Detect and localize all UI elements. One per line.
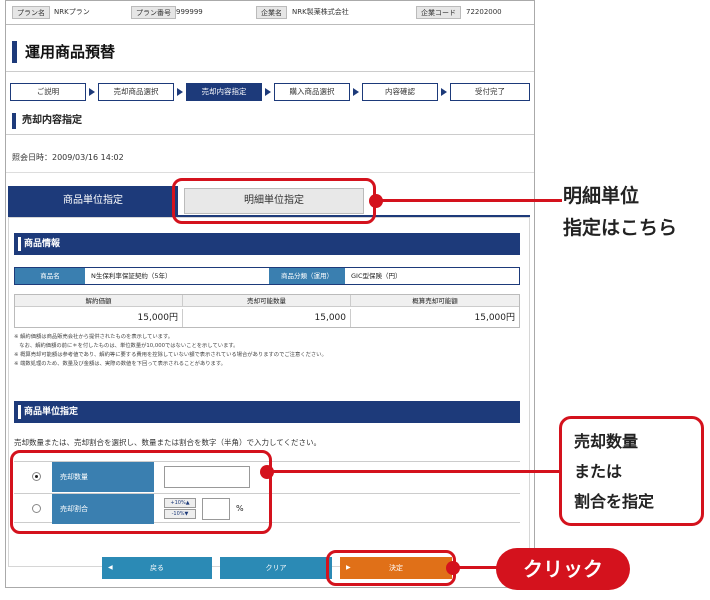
section-divider xyxy=(6,134,534,135)
product-info-header: 商品情報 xyxy=(14,233,520,255)
step-complete: 受付完了 xyxy=(450,83,530,101)
quantity-callout-line2: または xyxy=(574,462,623,481)
product-name-label: 商品名 xyxy=(15,268,85,284)
detail-callout-line1: 明細単位 xyxy=(563,185,640,207)
detail-callout-line2: 指定はこちら xyxy=(563,217,678,239)
quantity-callout-line3: 割合を指定 xyxy=(574,492,655,511)
product-values-table: 解約価額 売却可能数量 概算売却可能額 15,000円 15,000 15,00… xyxy=(14,294,520,328)
reference-divider xyxy=(6,172,534,173)
step-arrow-icon xyxy=(353,88,359,96)
note-line: ※ 解約価額は商品販売会社から提供されたものを表示しています。 xyxy=(14,334,174,340)
table-header: 売却可能数量 xyxy=(183,295,351,307)
company-code-value: 72202000 xyxy=(466,8,502,16)
table-header: 概算売却可能額 xyxy=(351,295,519,307)
plan-name-label: プラン名 xyxy=(12,6,50,19)
quantity-callout: 売却数量 または 割合を指定 xyxy=(559,416,704,526)
callout-line xyxy=(380,199,562,202)
progress-steps: ご説明 売却商品選択 売却内容指定 購入商品選択 内容確認 受付完了 xyxy=(10,83,530,103)
step-arrow-icon xyxy=(89,88,95,96)
table-header: 解約価額 xyxy=(15,295,183,307)
quantity-callout-line1: 売却数量 xyxy=(574,432,639,451)
step-arrow-icon xyxy=(265,88,271,96)
tab-product-unit[interactable]: 商品単位指定 xyxy=(8,186,178,216)
callout-line xyxy=(456,566,498,569)
input-area-highlight xyxy=(10,450,272,534)
back-arrow-icon: ◀ xyxy=(108,564,113,571)
title-divider xyxy=(6,71,534,72)
note-line: なお、解約価額の前に＊を付したものは、単位数量が10,000ではないことを示して… xyxy=(14,343,239,349)
company-code-label: 企業コード xyxy=(416,6,461,19)
step-arrow-icon xyxy=(177,88,183,96)
page-title: 運用商品預替 xyxy=(12,41,115,63)
plan-name-value: NRKプラン xyxy=(54,8,90,16)
note-line: ※ 概算売却可能額は参考値であり、解約等に要する費用を控除していない額で表示され… xyxy=(14,352,327,358)
step-explanation: ご説明 xyxy=(10,83,86,101)
clear-button[interactable]: クリア xyxy=(220,557,332,579)
step-confirm: 内容確認 xyxy=(362,83,438,101)
step-arrow-icon xyxy=(441,88,447,96)
product-category-value: GIC型保険（円） xyxy=(347,268,519,284)
callout-line xyxy=(272,470,560,473)
plan-info-bar: プラン名 NRKプラン プラン番号 999999 企業名 NRK製薬株式会社 企… xyxy=(6,1,534,25)
company-name-label: 企業名 xyxy=(256,6,287,19)
table-cell: 15,000円 xyxy=(15,309,183,327)
note-line: ※ 端数処理のため、数量及び金額は、実際の数値を下回って表示されることがあります… xyxy=(14,361,226,367)
product-info-row: 商品名 N生保利率保証契約（5年） 商品分類（運用） GIC型保険（円） xyxy=(14,267,520,285)
plan-number-label: プラン番号 xyxy=(131,6,176,19)
unit-spec-instruction: 売却数量または、売却割合を選択し、数量または割合を数字（半角）で入力してください… xyxy=(14,438,322,447)
step-sell-details: 売却内容指定 xyxy=(186,83,262,101)
step-select-buy: 購入商品選択 xyxy=(274,83,350,101)
company-name-value: NRK製薬株式会社 xyxy=(292,8,349,16)
detail-callout-text: 明細単位 指定はこちら xyxy=(563,180,677,244)
plan-number-value: 999999 xyxy=(176,8,203,16)
back-button-label: 戻る xyxy=(150,564,164,572)
back-button[interactable]: ◀ 戻る xyxy=(102,557,212,579)
table-cell: 15,000円 xyxy=(474,313,516,323)
section-title: 売却内容指定 xyxy=(12,113,82,129)
reference-time: 照会日時：2009/03/16 14:02 xyxy=(12,153,124,162)
table-cell: 15,000 xyxy=(183,309,351,327)
detail-tab-highlight xyxy=(172,178,376,224)
notes: ※ 解約価額は商品販売会社から提供されたものを表示しています。 なお、解約価額の… xyxy=(14,333,520,369)
click-callout: クリック xyxy=(496,548,630,590)
product-category-label: 商品分類（運用） xyxy=(269,268,345,284)
product-name-value: N生保利率保証契約（5年） xyxy=(87,268,267,284)
decide-button-highlight xyxy=(326,550,456,586)
step-select-sell: 売却商品選択 xyxy=(98,83,174,101)
unit-spec-header: 商品単位指定 xyxy=(14,401,520,423)
